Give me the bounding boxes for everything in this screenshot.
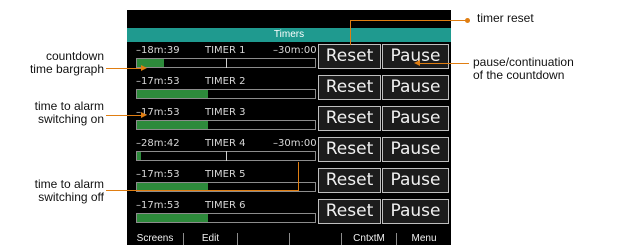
countdown-bar-fill xyxy=(137,90,209,98)
timer-name: TIMER 1 xyxy=(205,45,246,56)
time-to-alarm-on: –28m:42 xyxy=(136,138,180,149)
pause-button[interactable]: Pause xyxy=(382,168,449,193)
time-to-alarm-on: –18m:39 xyxy=(136,45,180,56)
pause-button[interactable]: Pause xyxy=(382,75,449,100)
callout-alarm-off: time to alarm switching off xyxy=(34,177,104,204)
softkey-empty-2[interactable] xyxy=(290,233,342,245)
time-to-alarm-on: –17m:53 xyxy=(136,169,180,180)
time-to-alarm-on: –17m:53 xyxy=(136,76,180,87)
time-to-alarm-off: –30m:00 xyxy=(273,45,317,56)
callout-arrow-alarm-on xyxy=(141,112,147,118)
time-to-alarm-off: –30m:00 xyxy=(273,138,317,149)
timer-row: –28m:42 TIMER 4 –30m:00 xyxy=(134,137,318,163)
countdown-bargraph xyxy=(136,151,316,161)
callout-arrow-bargraph xyxy=(141,65,147,71)
callout-reset: timer reset xyxy=(477,11,534,25)
timer-name: TIMER 2 xyxy=(205,76,246,87)
countdown-bargraph xyxy=(136,120,316,130)
pause-button[interactable]: Pause xyxy=(382,137,449,162)
timer-row: –18m:39 TIMER 1 –30m:00 xyxy=(134,44,318,70)
softkey-screens[interactable]: Screens xyxy=(127,233,184,245)
callout-line-reset-v xyxy=(350,20,351,45)
callout-line-alarm-off-h xyxy=(106,190,299,191)
countdown-bargraph xyxy=(136,58,316,68)
pause-button[interactable]: Pause xyxy=(382,106,449,131)
timer-name: TIMER 5 xyxy=(205,169,246,180)
softkey-menu[interactable]: Menu xyxy=(397,233,451,245)
reset-button[interactable]: Reset xyxy=(318,168,381,193)
timer-name: TIMER 3 xyxy=(205,107,246,118)
callout-arrow-pause xyxy=(414,60,420,66)
timer-row: –17m:53 TIMER 3 xyxy=(134,106,318,132)
callout-dot-reset xyxy=(465,18,470,23)
reset-button[interactable]: Reset xyxy=(318,199,381,224)
softkey-empty-1[interactable] xyxy=(238,233,290,245)
callout-bargraph: countdown time bargraph xyxy=(29,49,104,76)
callout-line-bargraph xyxy=(106,68,142,69)
callout-line-pause xyxy=(418,63,469,64)
alarm-off-marker xyxy=(226,58,227,68)
countdown-bar-fill xyxy=(137,214,209,222)
timer-row: –17m:53 TIMER 2 xyxy=(134,75,318,101)
callout-alarm-on: time to alarm switching on xyxy=(34,99,104,126)
alarm-off-marker xyxy=(226,151,227,161)
time-to-alarm-on: –17m:53 xyxy=(136,200,180,211)
callout-line-alarm-on xyxy=(106,115,142,116)
reset-button[interactable]: Reset xyxy=(318,75,381,100)
timer-name: TIMER 4 xyxy=(205,138,246,149)
reset-button[interactable]: Reset xyxy=(318,106,381,131)
reset-button[interactable]: Reset xyxy=(318,137,381,162)
timer-row: –17m:53 TIMER 6 xyxy=(134,199,318,225)
pause-button[interactable]: Pause xyxy=(382,199,449,224)
softkey-bar: Screens Edit CntxtM Menu xyxy=(127,233,451,245)
softkey-context-menu[interactable]: CntxtM xyxy=(342,233,397,245)
timer-name: TIMER 6 xyxy=(205,200,246,211)
countdown-bargraph xyxy=(136,213,316,223)
callout-line-alarm-off-v xyxy=(298,162,299,191)
callout-line-reset-h xyxy=(350,20,470,21)
softkey-edit[interactable]: Edit xyxy=(184,233,238,245)
callout-pause: pause/continuation of the countdown xyxy=(473,55,574,82)
reset-button[interactable]: Reset xyxy=(318,44,381,69)
screen-title: Timers xyxy=(127,28,451,42)
countdown-bar-fill xyxy=(137,121,209,129)
countdown-bargraph xyxy=(136,89,316,99)
countdown-bar-fill xyxy=(137,152,141,160)
